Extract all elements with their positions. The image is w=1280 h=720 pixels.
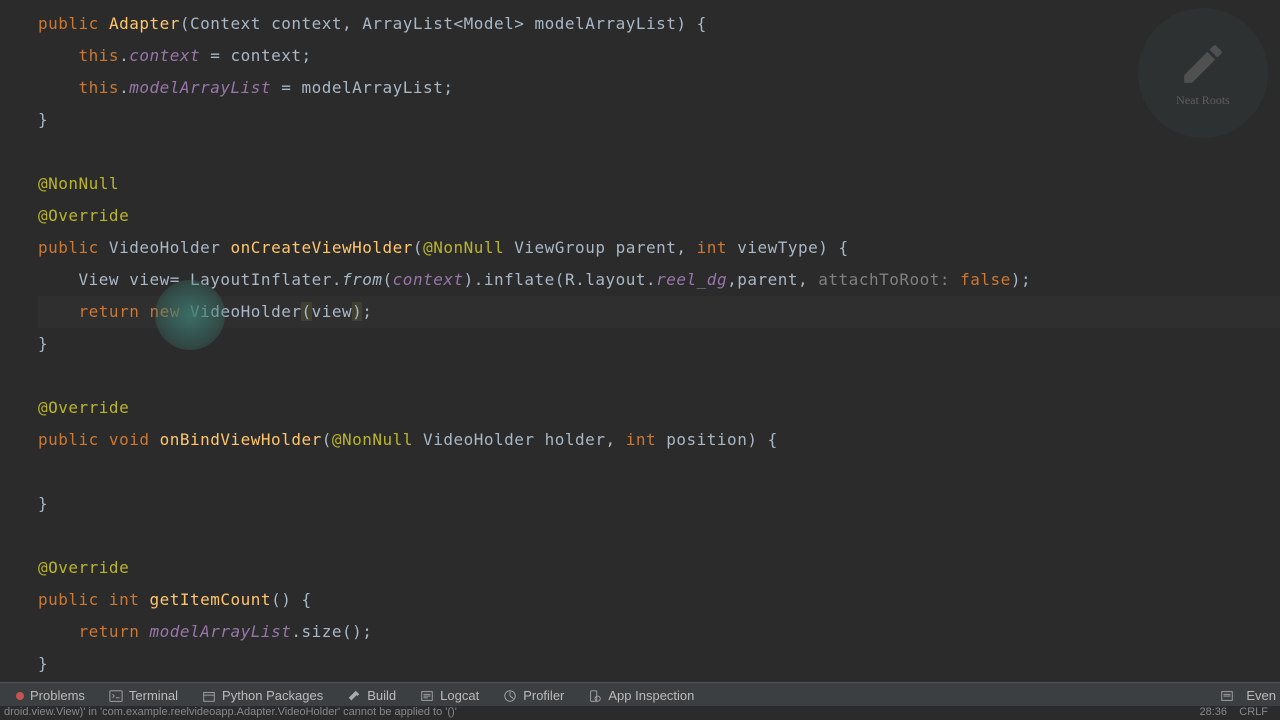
signature: (Context context, ArrayList<Model> model… [180, 14, 707, 33]
logcat-tab[interactable]: Logcat [408, 688, 491, 703]
profiler-icon [503, 689, 517, 703]
field: modelArrayList [149, 622, 291, 641]
inspection-icon [588, 689, 602, 703]
build-tab[interactable]: Build [335, 688, 408, 703]
keyword: int [626, 430, 656, 449]
problems-tab[interactable]: Problems [4, 688, 97, 703]
field: context [393, 270, 464, 289]
tab-label: Problems [30, 688, 85, 703]
tab-label: Python Packages [222, 688, 323, 703]
keyword: public [38, 430, 99, 449]
status-bar: droid.view.View)' in 'com.example.reelvi… [0, 706, 1280, 720]
annotation: @Override [38, 398, 129, 417]
keyword: return [38, 622, 149, 641]
constructor-name: Adapter [109, 14, 180, 33]
method-name: onCreateViewHolder [231, 238, 413, 257]
terminal-tab[interactable]: Terminal [97, 688, 190, 703]
variable: view [312, 302, 353, 321]
variable: view [129, 270, 170, 289]
tab-label: App Inspection [608, 688, 694, 703]
hammer-icon [347, 689, 361, 703]
keyword: public [38, 238, 99, 257]
terminal-icon [109, 689, 123, 703]
annotation: @Override [38, 206, 129, 225]
bottom-toolbar: Problems Terminal Python Packages Build … [0, 682, 1280, 708]
code-editor[interactable]: public Adapter(Context context, ArrayLis… [0, 0, 1280, 680]
logcat-icon [420, 689, 434, 703]
keyword: int [697, 238, 727, 257]
annotation: @NonNull [423, 238, 504, 257]
keyword: return [38, 302, 149, 321]
line-separator[interactable]: CRLF [1239, 706, 1268, 718]
package-icon [202, 689, 216, 703]
paren: ( [301, 302, 311, 321]
watermark-badge: Neat Roots [1138, 8, 1268, 138]
pencil-icon [1173, 39, 1233, 89]
method-name: onBindViewHolder [160, 430, 322, 449]
keyword: new [149, 302, 179, 321]
keyword: void [99, 430, 160, 449]
keyword: int [99, 590, 150, 609]
error-message: droid.view.View)' in 'com.example.reelvi… [4, 706, 457, 718]
field: modelArrayList [129, 78, 271, 97]
param-hint: attachToRoot: [818, 270, 950, 289]
brace: } [38, 104, 1280, 136]
profiler-tab[interactable]: Profiler [491, 688, 576, 703]
paren: ) [352, 302, 362, 321]
event-log-label[interactable]: Even [1246, 688, 1276, 703]
watermark-text: Neat Roots [1176, 93, 1230, 108]
tab-label: Terminal [129, 688, 178, 703]
app-inspection-tab[interactable]: App Inspection [576, 688, 706, 703]
keyword: public [38, 590, 99, 609]
tab-label: Build [367, 688, 396, 703]
tab-label: Logcat [440, 688, 479, 703]
keyword: false [950, 270, 1011, 289]
error-icon [16, 692, 24, 700]
keyword: this [79, 78, 120, 97]
cursor-position[interactable]: 28:36 [1200, 706, 1228, 718]
static-method: from [342, 270, 383, 289]
annotation: @NonNull [38, 174, 119, 193]
keyword: public [38, 14, 99, 33]
keyword: this [79, 46, 120, 65]
event-log-icon[interactable] [1220, 689, 1234, 703]
tab-label: Profiler [523, 688, 564, 703]
brace: } [38, 328, 1280, 360]
resource: reel_dg [656, 270, 727, 289]
annotation: @NonNull [332, 430, 413, 449]
method-name: getItemCount [149, 590, 271, 609]
brace: } [38, 648, 1280, 680]
brace: } [38, 488, 1280, 520]
python-packages-tab[interactable]: Python Packages [190, 688, 335, 703]
field: context [129, 46, 200, 65]
annotation: @Override [38, 558, 129, 577]
